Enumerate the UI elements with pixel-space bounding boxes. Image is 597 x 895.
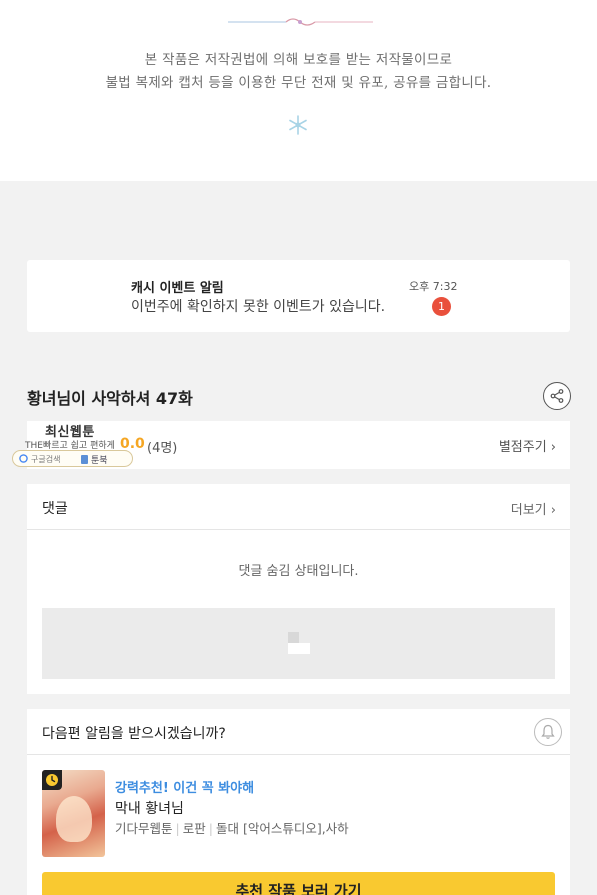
episode-title: 황녀님이 사악하셔 47화 [27,389,193,408]
recommended-title-thumbnail[interactable] [42,770,105,857]
chevron-right-icon: › [550,440,556,455]
rate-label: 별점주기 [498,440,547,455]
ornament-divider-icon [228,18,373,26]
meta-separator: | [208,821,213,836]
thumbnail-artwork [56,796,92,842]
comments-hidden-message: 댓글 숨김 상태입니다. [238,564,359,579]
notification-time: 오후 7:32 [409,280,458,293]
chevron-right-icon: › [550,503,556,518]
notification-count-badge: 1 [432,297,451,316]
promo-authors: 돌대 [악어스튜디오],사하 [215,821,349,836]
alert-header: 다음편 알림을 받으시겠습니까? [27,709,570,755]
overlay-pill-toonbook: 툰북 [91,456,108,466]
rating-count: (4명) [147,441,178,456]
overlay-pill-google: 구글검색 [31,455,61,464]
comments-more-button[interactable]: 더보기 › [511,499,556,518]
alert-question: 다음편 알림을 받으시겠습니까? [42,726,226,742]
more-label: 더보기 [510,503,547,518]
next-episode-alert-section: 다음편 알림을 받으시겠습니까? 강력추천! 이건 꼭 봐야해 막내 황녀님 기… [27,709,570,895]
wait-free-badge [42,770,62,790]
alert-bell-button[interactable] [534,718,562,746]
promo-genre: 로판 [182,821,206,836]
notification-title: 캐시 이벤트 알림 [131,281,224,296]
snowflake-icon [289,115,307,135]
comments-title: 댓글 [42,501,68,517]
notification-message: 이번주에 확인하지 못한 이벤트가 있습니다. [131,299,386,315]
clock-icon [46,774,58,786]
share-button[interactable] [543,382,571,410]
promo-tagline: 강력추천! 이건 꼭 봐야해 [115,781,255,796]
promo-category: 기다무웹툰 [115,821,173,836]
copyright-notice: 본 작품은 저작권법에 의해 보호를 받는 저작물이므로 불법 복제와 캡처 등… [0,0,597,181]
book-icon [81,455,88,464]
comments-section: 댓글 더보기 › 댓글 숨김 상태입니다. [27,484,570,694]
google-icon [19,454,28,463]
cash-event-notification[interactable]: 캐시 이벤트 알림 이번주에 확인하지 못한 이벤트가 있습니다. 오후 7:3… [27,260,570,332]
promo-title[interactable]: 막내 황녀님 [115,798,184,818]
comments-header: 댓글 더보기 › [27,484,570,530]
view-recommendation-button[interactable]: 추천 작품 보러 가기 [42,872,555,895]
bell-icon [541,724,555,739]
promo-meta: 기다무웹툰 | 로판 | 돌대 [악어스튜디오],사하 [115,818,349,837]
promo-overlay-widget[interactable]: 최신웹툰 THE빠르고 쉽고 편하게 구글검색 툰북 [12,420,137,470]
overlay-search-pill[interactable]: 구글검색 툰북 [12,450,133,467]
copyright-line-1: 본 작품은 저작권법에 의해 보호를 받는 저작물이므로 [144,52,453,68]
meta-separator: | [175,821,180,836]
rate-button[interactable]: 별점주기 › [499,436,556,455]
copyright-line-2: 불법 복제와 캡처 등을 이용한 무단 전재 및 유포, 공유를 금합니다. [105,75,492,91]
image-placeholder-icon [288,632,310,654]
share-icon [550,389,564,403]
ad-placeholder [42,608,555,679]
